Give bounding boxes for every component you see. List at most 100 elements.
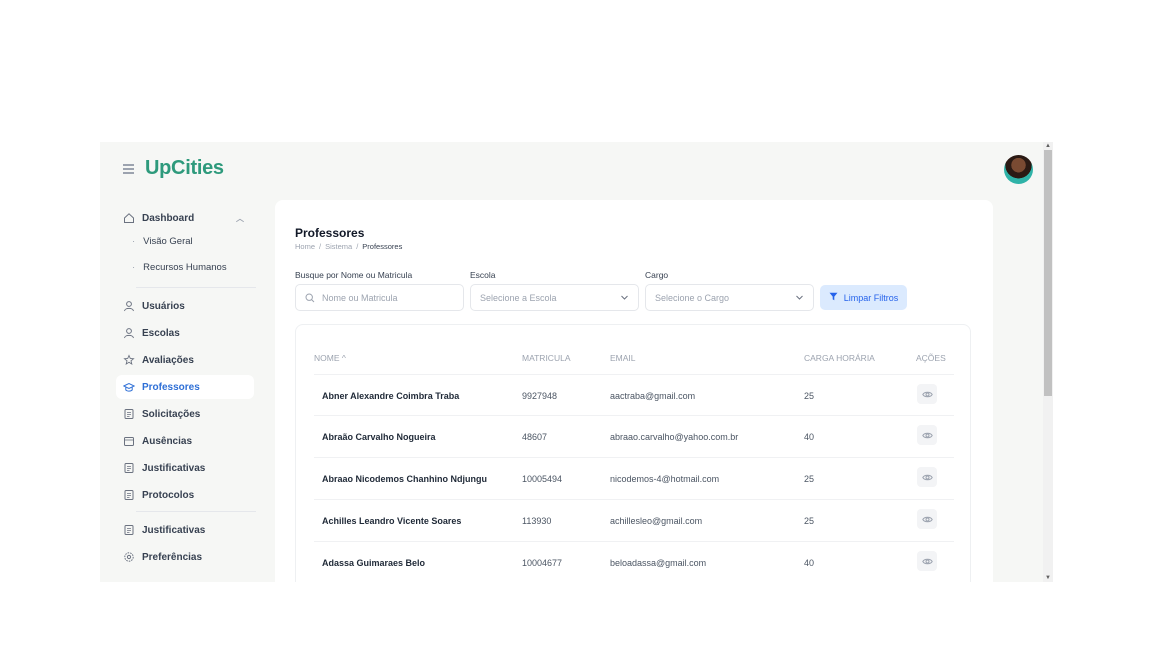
eye-icon <box>921 432 933 438</box>
breadcrumb-home[interactable]: Home <box>295 242 315 251</box>
view-button[interactable] <box>917 551 937 571</box>
cell-email: abraao.carvalho@yahoo.com.br <box>610 432 739 442</box>
cell-carga-horaria: 40 <box>804 432 815 442</box>
clear-filters-label: Limpar Filtros <box>843 292 899 303</box>
column-header-matricula[interactable]: MATRICULA <box>522 353 571 363</box>
chevron-down-icon <box>795 293 804 304</box>
sidebar-item-escolas[interactable]: Escolas <box>116 321 254 345</box>
cell-carga-horaria: 25 <box>804 391 815 401</box>
cell-carga-horaria: 25 <box>804 474 815 484</box>
sidebar-item-protocolos[interactable]: Protocolos <box>116 483 254 507</box>
sidebar-item-solicitacoes[interactable]: Solicitações <box>116 402 254 426</box>
sidebar-item-label: Avaliações <box>142 354 194 366</box>
sidebar-item-usuarios[interactable]: Usuários <box>116 294 254 318</box>
eye-icon <box>921 558 933 564</box>
sidebar-item-avaliacoes[interactable]: Avaliações <box>116 348 254 372</box>
school-select[interactable]: Selecione a Escola <box>470 284 639 311</box>
sidebar-subitem-visao-geral[interactable]: Visão Geral <box>132 236 192 247</box>
column-header-email[interactable]: EMAIL <box>610 353 636 363</box>
hamburger-menu-icon[interactable] <box>123 164 134 174</box>
cell-nome: Abraao Nicodemos Chanhino Ndjungu <box>322 474 488 484</box>
school-label: Escola <box>470 270 496 280</box>
role-placeholder: Selecione o Cargo <box>655 292 730 303</box>
eye-icon <box>921 474 933 480</box>
sidebar-item-justificativas[interactable]: Justificativas <box>116 456 254 480</box>
clear-filters-button[interactable]: Limpar Filtros <box>820 285 907 310</box>
cell-email: nicodemos-4@hotmail.com <box>610 474 720 484</box>
page-title: Professores <box>295 226 365 240</box>
sidebar-subitem-recursos-humanos[interactable]: Recursos Humanos <box>132 262 226 273</box>
view-button[interactable] <box>917 509 937 529</box>
view-button[interactable] <box>917 384 937 404</box>
breadcrumb: Home / Sistema / Professores <box>295 242 402 251</box>
school-placeholder: Selecione a Escola <box>480 292 557 303</box>
view-button[interactable] <box>917 467 937 487</box>
cell-carga-horaria: 40 <box>804 558 815 568</box>
role-label: Cargo <box>645 270 669 280</box>
document-icon <box>123 408 135 420</box>
chevron-up-icon: ︿ <box>236 213 244 223</box>
search-icon <box>305 292 315 303</box>
sidebar-item-justificativas-2[interactable]: Justificativas <box>116 518 254 542</box>
cell-email: beloadassa@gmail.com <box>610 558 707 568</box>
user-icon <box>123 327 135 339</box>
top-bar: UpCities <box>100 142 1043 198</box>
sidebar-item-label: Professores <box>142 381 200 393</box>
scroll-up-arrow-icon[interactable]: ▲ <box>1043 142 1053 150</box>
table-row[interactable]: Adassa Guimaraes Belo 10004677 beloadass… <box>314 542 954 582</box>
graduation-cap-icon <box>123 381 135 393</box>
divider <box>136 287 256 288</box>
cell-nome: Adassa Guimaraes Belo <box>322 558 426 568</box>
document-icon <box>123 489 135 501</box>
sidebar-item-ausencias[interactable]: Ausências <box>116 429 254 453</box>
sidebar-item-label: Escolas <box>142 327 180 339</box>
user-avatar[interactable] <box>1004 155 1033 184</box>
sidebar-item-label: Justificativas <box>142 462 206 474</box>
column-header-carga-horaria[interactable]: CARGA HORÁRIA <box>804 353 875 363</box>
sidebar-item-label: Dashboard <box>142 212 195 224</box>
sidebar-item-preferencias[interactable]: Preferências <box>116 545 254 569</box>
breadcrumb-sistema[interactable]: Sistema <box>325 242 352 251</box>
column-header-nome[interactable]: NOME ^ <box>314 353 346 363</box>
eye-icon <box>921 391 933 397</box>
sidebar-item-dashboard[interactable]: Dashboard ︿ <box>116 206 254 230</box>
cell-nome: Abner Alexandre Coimbra Traba <box>322 391 460 401</box>
star-icon <box>123 354 135 366</box>
document-icon <box>123 462 135 474</box>
table-row[interactable]: Abraão Carvalho Nogueira 48607 abraao.ca… <box>314 416 954 458</box>
gear-icon <box>123 551 135 563</box>
scrollbar-thumb[interactable] <box>1044 150 1052 396</box>
cell-carga-horaria: 25 <box>804 516 815 526</box>
cell-matricula: 10004677 <box>522 558 563 568</box>
vertical-scrollbar[interactable]: ▲ ▼ <box>1043 142 1053 582</box>
divider <box>136 511 256 512</box>
role-select[interactable]: Selecione o Cargo <box>645 284 814 311</box>
cell-matricula: 10005494 <box>522 474 563 484</box>
search-input[interactable]: Nome ou Matricula <box>295 284 464 311</box>
cell-matricula: 48607 <box>522 432 548 442</box>
cell-nome: Abraão Carvalho Nogueira <box>322 432 436 442</box>
sidebar-item-label: Protocolos <box>142 489 195 501</box>
chevron-down-icon <box>620 293 629 304</box>
cell-email: aactraba@gmail.com <box>610 391 696 401</box>
cell-email: achillesleo@gmail.com <box>610 516 703 526</box>
main-panel: Professores Home / Sistema / Professores… <box>275 200 993 582</box>
scroll-down-arrow-icon[interactable]: ▼ <box>1043 574 1053 582</box>
breadcrumb-separator: / <box>356 242 359 251</box>
filter-icon <box>829 292 838 303</box>
sidebar-item-label: Solicitações <box>142 408 201 420</box>
breadcrumb-separator: / <box>319 242 322 251</box>
eye-icon <box>921 516 933 522</box>
sidebar-item-label: Preferências <box>142 551 203 563</box>
brand-logo: UpCities <box>145 157 224 179</box>
table-row[interactable]: Abner Alexandre Coimbra Traba 9927948 aa… <box>314 374 954 416</box>
view-button[interactable] <box>917 425 937 445</box>
column-header-acoes: AÇÕES <box>916 353 946 363</box>
user-icon <box>123 300 135 312</box>
table-row[interactable]: Achilles Leandro Vicente Soares 113930 a… <box>314 500 954 542</box>
sidebar-item-label: Ausências <box>142 435 193 447</box>
cell-nome: Achilles Leandro Vicente Soares <box>322 516 462 526</box>
search-placeholder: Nome ou Matricula <box>322 292 398 303</box>
sidebar-item-professores[interactable]: Professores <box>116 375 254 399</box>
table-row[interactable]: Abraao Nicodemos Chanhino Ndjungu 100054… <box>314 458 954 500</box>
